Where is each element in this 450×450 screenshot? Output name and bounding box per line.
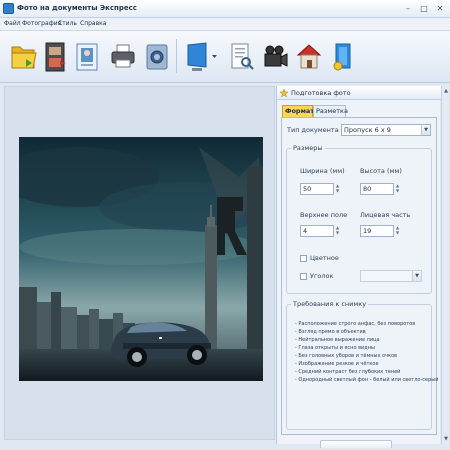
- height-label: Высота (мм): [360, 167, 402, 175]
- toolbar-separator: [176, 39, 177, 73]
- document-search-icon: [231, 43, 254, 70]
- requirement-item: - Расположение строго анфас, без поворот…: [295, 321, 416, 327]
- home-icon: [296, 44, 322, 69]
- menu-photo[interactable]: Фотография: [22, 20, 61, 27]
- requirement-item: - Взгляд прямо в объектив: [295, 329, 366, 335]
- camera-icon: [146, 44, 168, 70]
- menu-help[interactable]: Справка: [80, 20, 106, 27]
- monitor-button[interactable]: [182, 35, 220, 77]
- filmstrip-button[interactable]: [40, 35, 70, 77]
- photo-card-icon: [76, 43, 98, 71]
- face-part-input[interactable]: 19: [360, 225, 394, 237]
- install-button[interactable]: [328, 35, 358, 77]
- monitor-icon: [187, 42, 217, 71]
- install-box-icon: [333, 43, 351, 71]
- maximize-button[interactable]: □: [418, 3, 430, 14]
- photo-preview[interactable]: [19, 137, 263, 381]
- toolbar: [0, 31, 450, 83]
- open-button[interactable]: [8, 35, 38, 77]
- format-tab-content: Тип документа Пропуск 6 x 9 ▼ Размеры Ши…: [281, 117, 438, 435]
- sizes-group: Размеры Ширина (мм) 50 ▲ ▼ Высота (мм) 80…: [286, 144, 432, 294]
- color-label: Цветное: [310, 254, 339, 262]
- corner-checkbox[interactable]: [300, 273, 307, 280]
- requirement-item: - Нейтральное выражение лица: [295, 337, 380, 343]
- panel-header: Подготовка фото: [277, 86, 441, 100]
- close-button[interactable]: ✕: [434, 3, 446, 14]
- requirements-group: Требования к снимку - Расположение строг…: [286, 300, 438, 430]
- scroll-up-icon[interactable]: ▲: [442, 87, 450, 95]
- next-button[interactable]: [320, 440, 392, 448]
- requirement-item: - Средний контраст без глубоких теней: [295, 369, 401, 375]
- top-margin-input[interactable]: 4: [300, 225, 334, 237]
- minimize-button[interactable]: –: [402, 3, 414, 14]
- menu-bar: Файл Фотография Стиль Справка: [0, 18, 450, 31]
- photo-workspace: [4, 86, 275, 440]
- height-stepper[interactable]: ▲ ▼: [396, 183, 399, 193]
- document-type-value: Пропуск 6 x 9: [344, 126, 391, 134]
- requirement-item: - Без головных уборов и тёмных очков: [295, 353, 398, 359]
- face-part-stepper[interactable]: ▲ ▼: [396, 225, 399, 235]
- title-bar: Фото на документы Экспресс – □ ✕: [0, 0, 450, 18]
- app-icon: [3, 3, 14, 14]
- chevron-down-icon: ▼: [421, 125, 430, 135]
- video-camera-button[interactable]: [260, 35, 290, 77]
- panel-title: Подготовка фото: [291, 89, 351, 97]
- window-controls: – □ ✕: [402, 3, 446, 14]
- window-title: Фото на документы Экспресс: [17, 4, 137, 12]
- requirement-item: - Глаза открыты и ясно видны: [295, 345, 375, 351]
- panel-scrollbar[interactable]: ▲ ▼: [441, 86, 449, 444]
- photo-card-button[interactable]: [72, 35, 102, 77]
- height-input[interactable]: 80: [360, 183, 394, 195]
- document-search-button[interactable]: [226, 35, 256, 77]
- corner-select[interactable]: ▼: [360, 270, 422, 282]
- menu-file[interactable]: Файл: [4, 20, 21, 27]
- sizes-group-title: Размеры: [291, 144, 325, 152]
- open-folder-icon: [11, 46, 37, 69]
- requirement-item: - Однородный светлый фон - белый или све…: [295, 377, 439, 383]
- document-type-select[interactable]: Пропуск 6 x 9 ▼: [341, 124, 431, 136]
- top-margin-label: Верхнее поле: [300, 211, 348, 219]
- tab-markup[interactable]: Разметка: [313, 105, 348, 117]
- width-label: Ширина (мм): [300, 167, 345, 175]
- face-part-label: Лицевая часть: [360, 211, 411, 219]
- color-checkbox[interactable]: [300, 255, 307, 262]
- print-button[interactable]: [108, 35, 138, 77]
- printer-icon: [111, 44, 135, 68]
- document-type-label: Тип документа: [287, 126, 339, 134]
- camera-button[interactable]: [142, 35, 172, 77]
- filmstrip-icon: [45, 42, 66, 72]
- top-margin-stepper[interactable]: ▲ ▼: [336, 225, 339, 235]
- star-icon: [280, 89, 288, 97]
- width-input[interactable]: 50: [300, 183, 334, 195]
- photo-image: [19, 137, 263, 381]
- menu-style[interactable]: Стиль: [58, 20, 77, 27]
- tab-format[interactable]: Формат: [282, 105, 314, 117]
- width-stepper[interactable]: ▲ ▼: [336, 183, 339, 193]
- requirement-item: - Изображение резкое и чёткое: [295, 361, 379, 367]
- scroll-down-icon[interactable]: ▼: [442, 435, 450, 443]
- photo-prep-panel: Подготовка фото Формат Разметка Тип доку…: [276, 86, 441, 444]
- chevron-down-icon: ▼: [412, 271, 421, 281]
- home-button[interactable]: [294, 35, 324, 77]
- video-camera-icon: [264, 45, 288, 67]
- requirements-group-title: Требования к снимку: [291, 300, 369, 308]
- corner-label: Уголок: [310, 272, 334, 280]
